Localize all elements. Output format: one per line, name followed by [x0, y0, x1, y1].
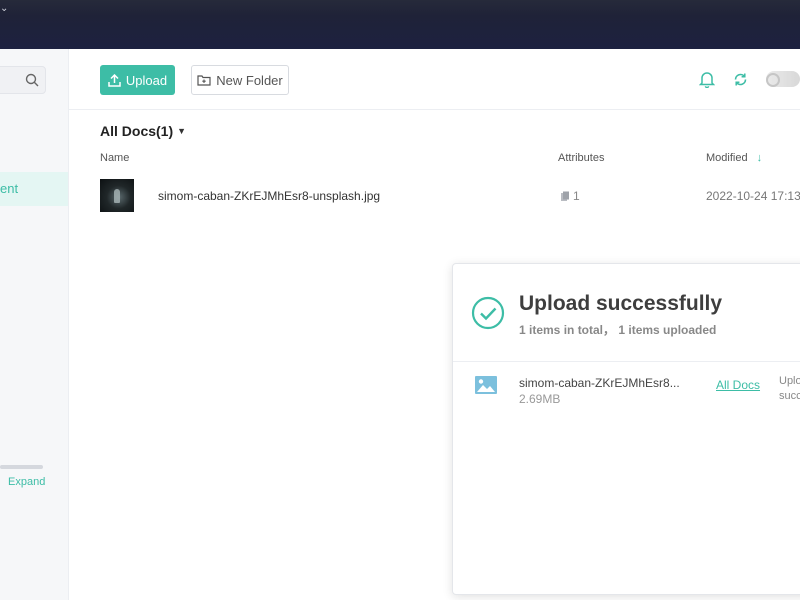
- uploaded-file-name: simom-caban-ZKrEJMhEsr8...: [519, 376, 680, 390]
- check-circle-icon: [471, 296, 505, 330]
- image-icon: [475, 376, 497, 394]
- file-thumbnail: [100, 179, 134, 212]
- upload-button-label: Upload: [125, 72, 168, 88]
- uploaded-file-location-link[interactable]: All Docs: [716, 378, 760, 392]
- column-header-modified-label: Modified: [706, 152, 748, 164]
- new-folder-button-label: New Folder: [216, 72, 283, 88]
- uploaded-file-status: Uploaded successfully: [779, 375, 800, 402]
- storage-usage-bar: [0, 465, 43, 469]
- breadcrumb[interactable]: All Docs(1) ▼: [100, 123, 186, 139]
- column-header-attributes[interactable]: Attributes: [558, 152, 604, 164]
- attribute-count: 1: [573, 189, 580, 203]
- upload-icon: [108, 73, 121, 87]
- caret-down-icon[interactable]: ▼: [177, 126, 186, 136]
- file-attributes: 1: [560, 189, 580, 203]
- new-folder-button[interactable]: New Folder: [191, 65, 289, 95]
- attribute-icon: [561, 191, 569, 201]
- search-input[interactable]: [0, 66, 46, 94]
- table-row[interactable]: simom-caban-ZKrEJMhEsr8-unsplash.jpg 1 2…: [69, 172, 800, 218]
- file-modified: 2022-10-24 17:13: [706, 189, 800, 203]
- expand-link[interactable]: Expand: [8, 476, 45, 488]
- chevron-down-icon[interactable]: ⌄: [0, 3, 8, 14]
- uploaded-file-size: 2.69MB: [519, 392, 561, 406]
- divider: [453, 361, 800, 362]
- avatar[interactable]: [766, 71, 800, 87]
- sync-icon[interactable]: [733, 72, 748, 87]
- sidebar-item-label: ent: [0, 181, 19, 196]
- sidebar: ent Expand: [0, 49, 69, 600]
- column-header-modified[interactable]: Modified ↓: [706, 152, 762, 164]
- toolbar: Upload New Folder: [69, 49, 800, 110]
- folder-plus-icon: [197, 75, 211, 86]
- breadcrumb-label: All Docs(1): [100, 123, 174, 139]
- bell-icon[interactable]: [699, 71, 715, 88]
- upload-button[interactable]: Upload: [100, 65, 175, 95]
- upload-status-summary: 1 items in total， 1 items uploaded: [519, 323, 717, 337]
- app-titlebar: ⌄: [0, 0, 800, 49]
- search-icon[interactable]: [25, 73, 39, 87]
- sort-down-arrow-icon[interactable]: ↓: [757, 152, 763, 164]
- column-header-name[interactable]: Name: [100, 152, 129, 164]
- upload-status-title: Upload successfully: [519, 292, 723, 315]
- sidebar-item-active[interactable]: ent: [0, 172, 68, 206]
- file-name[interactable]: simom-caban-ZKrEJMhEsr8-unsplash.jpg: [158, 189, 380, 203]
- upload-status-panel: Upload successfully 1 items in total， 1 …: [452, 263, 800, 595]
